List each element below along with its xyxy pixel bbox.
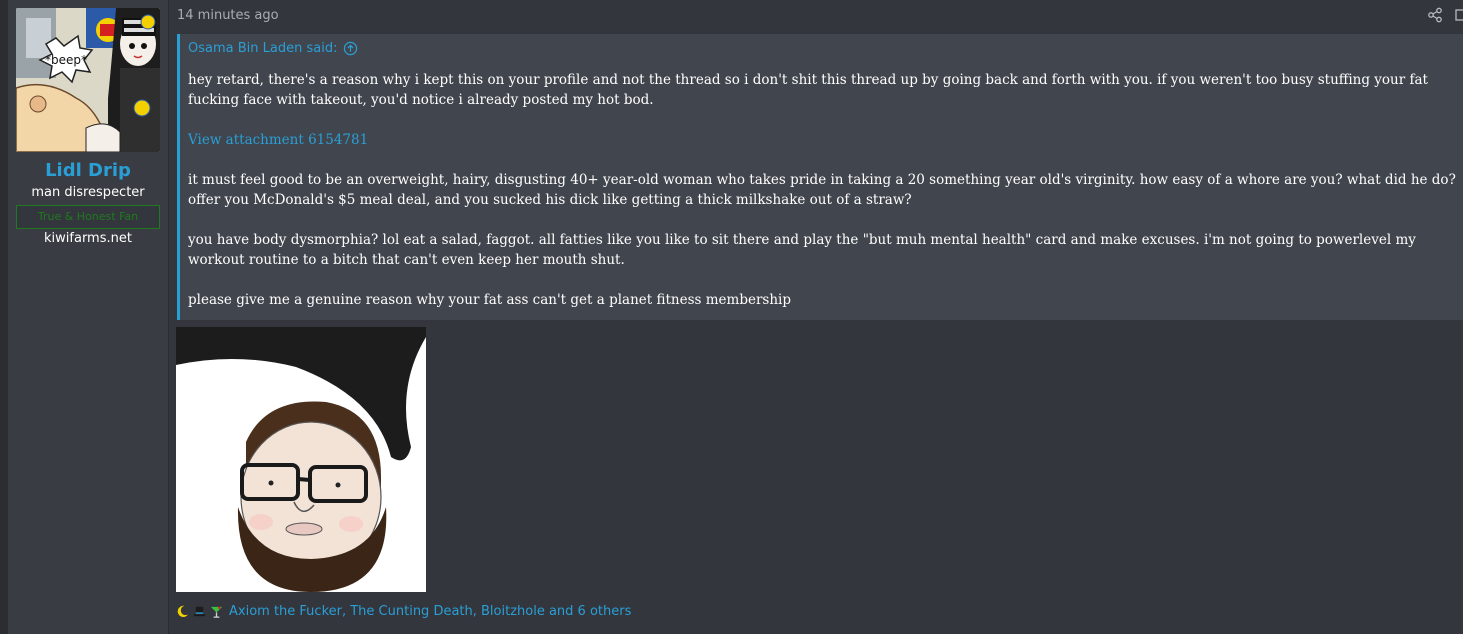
quote-paragraph: please give me a genuine reason why your… <box>188 292 792 308</box>
arrow-up-circle-icon[interactable] <box>343 41 358 56</box>
user-badge: True & Honest Fan <box>16 205 160 229</box>
quote-block: Osama Bin Laden said: hey retard, there'… <box>177 34 1463 320</box>
reactions-text[interactable]: Axiom the Fucker, The Cunting Death, Blo… <box>229 604 631 619</box>
quote-header[interactable]: Osama Bin Laden said: <box>188 41 358 56</box>
user-panel: *beep* Lidl Drip man disrespecter True &… <box>8 0 169 634</box>
post-main: 14 minutes ago Osama Bin Laden said: hey… <box>169 0 1463 634</box>
avatar-image: *beep* <box>16 8 160 152</box>
avatar[interactable]: *beep* <box>16 8 160 152</box>
share-icon[interactable] <box>1427 7 1443 23</box>
attachment-link[interactable]: View attachment 6154781 <box>188 130 1456 150</box>
post-image[interactable] <box>176 327 426 592</box>
user-title: man disrespecter <box>31 185 145 200</box>
avatar-caption: *beep* <box>45 53 87 67</box>
post-container: *beep* Lidl Drip man disrespecter True &… <box>0 0 1463 634</box>
bookmark-icon[interactable] <box>1453 7 1463 23</box>
post-timestamp[interactable]: 14 minutes ago <box>177 8 279 23</box>
quote-paragraph: hey retard, there's a reason why i kept … <box>188 72 1428 108</box>
left-gutter <box>0 0 8 634</box>
username[interactable]: Lidl Drip <box>8 160 168 181</box>
moon-icon <box>177 605 189 618</box>
meme-drawing <box>176 327 426 592</box>
quote-body: hey retard, there's a reason why i kept … <box>188 70 1456 330</box>
tophat-icon <box>193 606 206 617</box>
quote-paragraph: you have body dysmorphia? lol eat a sala… <box>188 232 1416 268</box>
user-site: kiwifarms.net <box>44 231 132 246</box>
quote-paragraph: it must feel good to be an overweight, h… <box>188 172 1456 208</box>
quote-author[interactable]: Osama Bin Laden said: <box>188 41 337 56</box>
cocktail-icon <box>210 606 223 618</box>
reactions-bar[interactable]: Axiom the Fucker, The Cunting Death, Blo… <box>175 604 631 619</box>
